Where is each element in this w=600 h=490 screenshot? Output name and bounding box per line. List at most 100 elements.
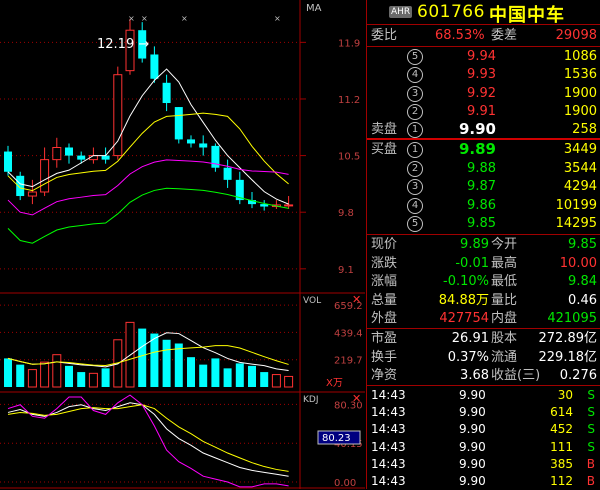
price-axis-tick: 9.1 [338, 265, 354, 276]
volume-bar[interactable] [138, 328, 147, 387]
tick-row[interactable]: 14:43 9.90 614 S [367, 403, 600, 421]
close-icon[interactable]: ✕ [352, 293, 361, 306]
volume-bar[interactable] [211, 358, 220, 387]
bid-row[interactable]: 2 9.88 3544 [367, 159, 600, 178]
candle[interactable] [113, 66, 123, 160]
price-axis-tick: 10.5 [338, 152, 360, 163]
tick-time: 14:43 [371, 474, 406, 488]
volume-bar[interactable] [248, 365, 256, 387]
ask-price: 9.91 [467, 103, 496, 119]
volume-bar[interactable] [65, 365, 73, 387]
quote-value: 421095 [547, 311, 597, 327]
vol-label: VOL [303, 296, 321, 306]
ask-row[interactable]: 3 9.92 1900 [367, 84, 600, 103]
kline-chart[interactable]: 11.911.210.59.89.1659.2439.4219.7X万80.30… [0, 0, 366, 489]
bid-volume: 4294 [563, 179, 597, 195]
bid-row[interactable]: 4 9.86 10199 [367, 196, 600, 215]
tick-price: 9.90 [459, 405, 486, 420]
volume-bar[interactable] [199, 364, 208, 387]
fund-label: 市盈 [371, 331, 398, 346]
fund-value: 3.68 [460, 368, 489, 384]
volume-bar[interactable] [88, 372, 98, 388]
stock-header: AHR 601766 中国中车 [367, 0, 600, 26]
ask-row[interactable]: 5 9.94 1086 [367, 47, 600, 66]
volume-bar[interactable] [162, 339, 171, 387]
quote-label: 内盘 [491, 311, 518, 327]
bid-row[interactable]: 5 9.85 14295 [367, 214, 600, 233]
volume-bar[interactable] [77, 372, 86, 387]
ask-price: 9.94 [467, 49, 496, 64]
quote-value: 0.46 [568, 292, 597, 308]
kdj-axis-tick: 0.00 [334, 478, 356, 489]
volume-bar[interactable] [16, 364, 25, 387]
quote-row: 总量 84.88万 量比 0.46 [367, 291, 600, 310]
volume-bar[interactable] [40, 361, 50, 388]
event-marker-icon[interactable]: × [274, 14, 281, 23]
quote-label: 最低 [491, 274, 518, 290]
fundamental-row: 换手 0.37% 流通 229.18亿 [367, 348, 600, 367]
quote-panel: AHR 601766 中国中车 委比 68.53% 委差 29098 5 9.94… [366, 0, 600, 489]
quote-row: 涨跌 -0.01 最高 10.00 [367, 254, 600, 273]
ask-volume: 258 [572, 122, 597, 138]
volume-bar[interactable] [27, 369, 37, 388]
bid-volume: 10199 [555, 197, 597, 213]
volume-bar[interactable] [52, 354, 62, 388]
bid-row[interactable]: 3 9.87 4294 [367, 177, 600, 196]
tick-side: B [586, 474, 595, 488]
tick-row[interactable]: 14:43 9.90 385 B [367, 455, 600, 473]
ask-row[interactable]: 卖盘 1 9.90 258 [367, 120, 600, 139]
volume-bar[interactable] [235, 363, 244, 387]
ask-row[interactable]: 2 9.91 1900 [367, 102, 600, 121]
wei-row: 委比 68.53% 委差 29098 [367, 26, 600, 45]
tick-row[interactable]: 14:43 9.90 30 S [367, 386, 600, 404]
sell-label: 卖盘 [371, 122, 398, 138]
volume-bar[interactable] [101, 368, 110, 387]
quote-value: -0.01 [455, 255, 489, 271]
volume-bar[interactable] [223, 368, 232, 387]
ask-volume: 1086 [563, 49, 597, 64]
fund-value: 0.37% [447, 349, 489, 365]
wei-diff-label: 委差 [491, 28, 518, 43]
candle[interactable] [174, 107, 183, 144]
tick-row[interactable]: 14:43 9.90 112 B [367, 472, 600, 490]
tick-time: 14:43 [371, 422, 406, 437]
volume-bar[interactable] [4, 358, 12, 387]
tick-time: 14:43 [371, 439, 406, 454]
tick-side: S [587, 405, 595, 420]
candle[interactable] [211, 143, 220, 172]
volume-bar[interactable] [271, 374, 281, 388]
tick-price: 9.90 [459, 474, 486, 488]
ahr-badge[interactable]: AHR [389, 6, 413, 18]
bid-row[interactable]: 买盘 1 9.89 3449 [367, 140, 600, 159]
tick-row[interactable]: 14:43 9.90 452 S [367, 420, 600, 438]
quote-label: 外盘 [371, 311, 398, 327]
event-marker-icon[interactable]: × [181, 14, 188, 23]
quote-value: 427754 [439, 311, 489, 327]
tick-side: S [587, 422, 595, 437]
volume-bar[interactable] [284, 375, 294, 388]
ask-row[interactable]: 4 9.93 1536 [367, 65, 600, 84]
quote-value: 9.89 [460, 237, 489, 252]
tick-row[interactable]: 14:43 9.90 111 S [367, 438, 600, 456]
level-marker: 1 [407, 122, 423, 139]
quote-label: 量比 [491, 292, 518, 308]
fund-value: 229.18亿 [538, 349, 598, 365]
volume-bar[interactable] [187, 357, 195, 387]
tick-volume: 111 [550, 439, 573, 454]
tick-volume: 30 [557, 388, 573, 402]
bid-price: 9.86 [467, 197, 496, 213]
event-marker-icon[interactable]: × [128, 14, 135, 23]
quote-value: 9.84 [568, 274, 597, 290]
quote-value: -0.10% [443, 274, 489, 290]
close-icon[interactable]: ✕ [352, 392, 361, 405]
volume-bar[interactable] [150, 333, 159, 387]
volume-bar[interactable] [260, 372, 269, 387]
event-marker-icon[interactable]: × [141, 14, 148, 23]
volume-bar[interactable] [174, 343, 183, 388]
candle[interactable] [16, 171, 25, 201]
price-axis-tick: 11.9 [338, 38, 360, 49]
kdj-label: KDJ [303, 395, 319, 405]
quote-label: 最高 [491, 255, 518, 271]
level-marker: 5 [407, 216, 423, 233]
tick-side: B [586, 456, 595, 471]
